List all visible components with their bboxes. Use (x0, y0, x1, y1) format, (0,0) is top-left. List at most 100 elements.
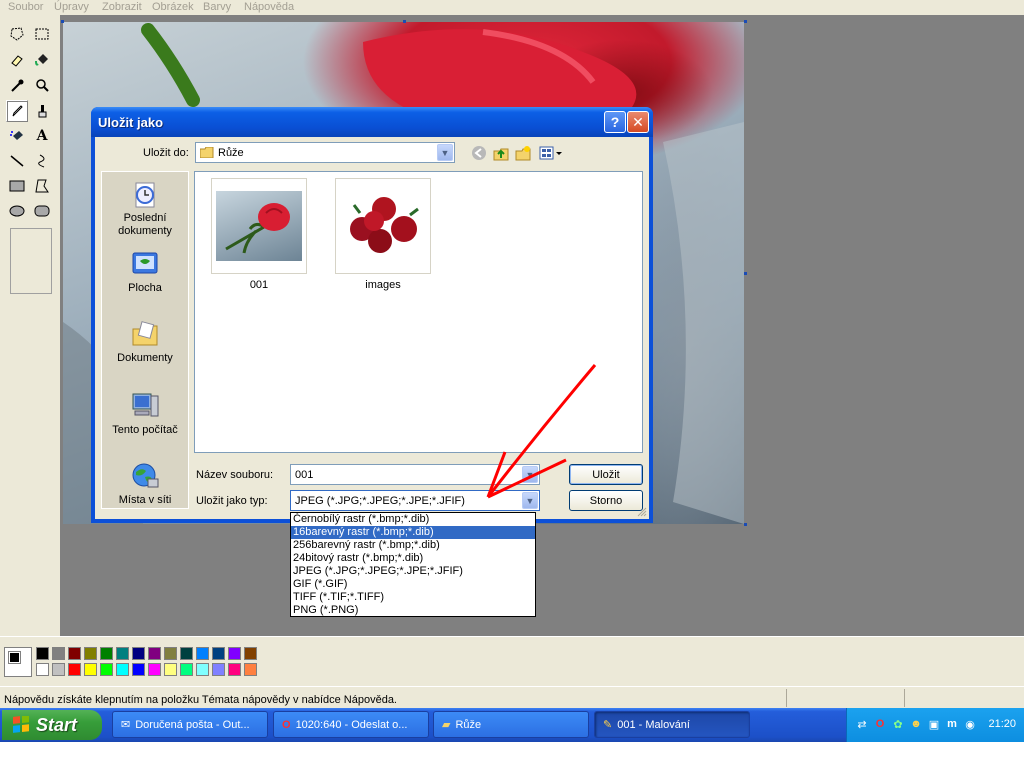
display-tray-icon[interactable]: ▣ (927, 717, 941, 731)
palette-swatch[interactable] (244, 663, 257, 676)
palette-swatch[interactable] (196, 663, 209, 676)
task-folder-ruze[interactable]: ▰ Růže (433, 711, 589, 738)
palette-swatch[interactable] (68, 663, 81, 676)
chevron-down-icon[interactable]: ▼ (522, 492, 538, 509)
file-list[interactable]: 001 images (194, 171, 643, 453)
chevron-down-icon[interactable]: ▼ (522, 466, 538, 483)
palette-swatch[interactable] (84, 647, 97, 660)
selection-handle[interactable] (744, 20, 747, 23)
opera-tray-icon[interactable]: O (873, 717, 887, 731)
palette-swatch[interactable] (52, 663, 65, 676)
filetype-option[interactable]: 24bitový rastr (*.bmp;*.dib) (291, 552, 535, 565)
resize-grip-icon[interactable] (637, 507, 647, 517)
file-thumbnail[interactable] (211, 178, 307, 274)
file-name[interactable]: images (335, 279, 431, 291)
file-thumbnail[interactable] (335, 178, 431, 274)
tool-options-box[interactable] (10, 228, 52, 294)
selection-handle[interactable] (744, 272, 747, 275)
palette-swatch[interactable] (132, 647, 145, 660)
polygon-tool-icon[interactable] (31, 175, 53, 197)
palette-swatch[interactable] (228, 647, 241, 660)
eye-tray-icon[interactable]: ◉ (963, 717, 977, 731)
help-button[interactable]: ? (604, 111, 626, 133)
messenger-tray-icon[interactable]: ✿ (891, 717, 905, 731)
close-button[interactable]: ✕ (627, 111, 649, 133)
menu-colors[interactable]: Barvy (203, 1, 231, 13)
palette-swatch[interactable] (228, 663, 241, 676)
palette-swatch[interactable] (148, 647, 161, 660)
selection-handle[interactable] (61, 20, 64, 23)
filetype-option[interactable]: JPEG (*.JPG;*.JPEG;*.JPE;*.JFIF) (291, 565, 535, 578)
menu-help[interactable]: Nápověda (244, 1, 294, 13)
filename-input[interactable]: 001 ▼ (290, 464, 540, 485)
palette-swatch[interactable] (148, 663, 161, 676)
filetype-option[interactable]: 256barevný rastr (*.bmp;*.dib) (291, 539, 535, 552)
rectangle-tool-icon[interactable] (6, 175, 28, 197)
line-tool-icon[interactable] (6, 150, 28, 172)
task-outlook[interactable]: ✉ Doručená pošta - Out... (112, 711, 268, 738)
selection-handle[interactable] (403, 20, 406, 23)
palette-swatch[interactable] (132, 663, 145, 676)
rect-select-icon[interactable] (31, 23, 53, 45)
eraser-icon[interactable] (6, 49, 28, 71)
cancel-button[interactable]: Storno (569, 490, 643, 511)
filetype-option[interactable]: PNG (*.PNG) (291, 604, 535, 617)
free-select-icon[interactable] (6, 23, 28, 45)
palette-swatch[interactable] (100, 647, 113, 660)
brush-icon[interactable] (31, 100, 53, 122)
menu-image[interactable]: Obrázek (152, 1, 194, 13)
menu-edit[interactable]: Úpravy (54, 1, 89, 13)
filetype-dropdown-list[interactable]: Černobílý rastr (*.bmp;*.dib) 16barevný … (290, 512, 536, 617)
palette-swatch[interactable] (100, 663, 113, 676)
network-tray-icon[interactable]: ⇄ (855, 717, 869, 731)
pencil-icon[interactable] (6, 100, 28, 122)
curve-tool-icon[interactable] (31, 150, 53, 172)
place-documents[interactable]: Dokumenty (102, 318, 188, 365)
palette-swatch[interactable] (244, 647, 257, 660)
palette-swatch[interactable] (180, 663, 193, 676)
menu-file[interactable]: Soubor (8, 1, 43, 13)
magnifier-icon[interactable] (31, 75, 53, 97)
palette-swatch[interactable] (164, 663, 177, 676)
save-in-combo[interactable]: Růže ▼ (195, 142, 455, 163)
place-recent[interactable]: Poslední dokumenty (102, 178, 188, 238)
palette-swatch[interactable] (116, 647, 129, 660)
palette-swatch[interactable] (84, 663, 97, 676)
place-my-computer[interactable]: Tento počítač (102, 390, 188, 437)
palette-swatch[interactable] (164, 647, 177, 660)
palette-swatch[interactable] (180, 647, 193, 660)
place-network[interactable]: Místa v síti (102, 460, 188, 507)
palette-swatch[interactable] (52, 647, 65, 660)
filetype-option[interactable]: TIFF (*.TIF;*.TIFF) (291, 591, 535, 604)
current-colors[interactable] (4, 647, 32, 677)
foreground-color[interactable] (8, 651, 21, 664)
m-tray-icon[interactable]: m (945, 717, 959, 731)
palette-swatch[interactable] (36, 663, 49, 676)
ellipse-tool-icon[interactable] (6, 200, 28, 222)
palette-swatch[interactable] (116, 663, 129, 676)
filetype-select[interactable]: JPEG (*.JPG;*.JPEG;*.JPE;*.JFIF) ▼ (290, 490, 540, 511)
menu-view[interactable]: Zobrazit (102, 1, 142, 13)
chevron-down-icon[interactable]: ▼ (437, 144, 453, 161)
task-opera[interactable]: O 1020:640 - Odeslat o... (273, 711, 429, 738)
task-paint[interactable]: ✎ 001 - Malování (594, 711, 750, 738)
palette-swatch[interactable] (212, 663, 225, 676)
up-folder-icon[interactable] (492, 144, 510, 162)
text-tool-icon[interactable]: A (31, 125, 53, 147)
palette-swatch[interactable] (212, 647, 225, 660)
rounded-rect-tool-icon[interactable] (31, 200, 53, 222)
place-desktop[interactable]: Plocha (102, 248, 188, 295)
new-folder-icon[interactable] (514, 144, 532, 162)
view-menu-icon[interactable] (538, 144, 564, 162)
filetype-option[interactable]: GIF (*.GIF) (291, 578, 535, 591)
save-button[interactable]: Uložit (569, 464, 643, 485)
back-icon[interactable] (470, 144, 488, 162)
start-button[interactable]: Start (2, 710, 102, 740)
palette-swatch[interactable] (36, 647, 49, 660)
color-picker-icon[interactable] (6, 75, 28, 97)
filetype-option[interactable]: Černobílý rastr (*.bmp;*.dib) (291, 513, 535, 526)
fill-bucket-icon[interactable] (31, 49, 53, 71)
airbrush-icon[interactable] (6, 125, 28, 147)
palette-swatch[interactable] (68, 647, 81, 660)
dialog-titlebar[interactable]: Uložit jako ? ✕ (91, 107, 653, 137)
